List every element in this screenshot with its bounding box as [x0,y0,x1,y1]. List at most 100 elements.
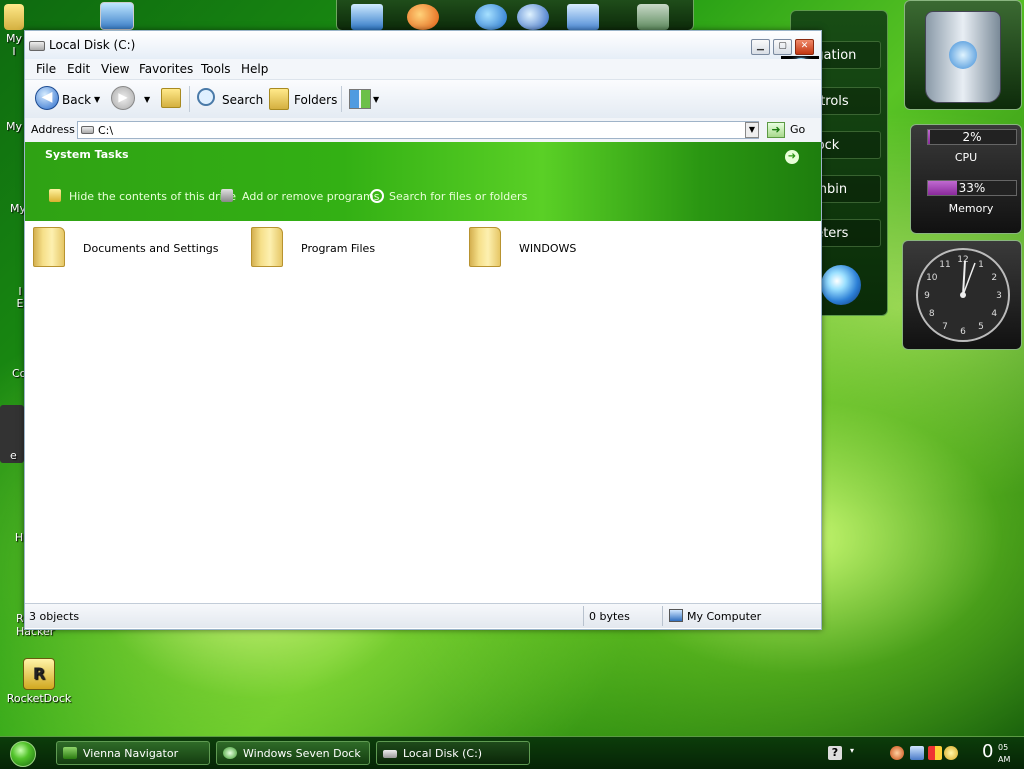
clock-number: 11 [939,260,950,270]
network-icon[interactable] [910,746,924,760]
status-divider [662,606,663,626]
go-button[interactable]: Go [790,123,805,136]
search-icon[interactable] [197,88,215,106]
cpu-meter-bar: 2% [927,129,1017,145]
views-icon[interactable] [349,89,371,109]
desktop-icon-label: I E [16,285,24,310]
up-folder-icon[interactable] [161,88,181,108]
address-label: Address [31,123,75,136]
menu-help[interactable]: Help [241,62,268,76]
back-arrow-icon[interactable]: ◀ [35,86,59,110]
task-add-remove-programs[interactable]: Add or remove programs [242,190,380,203]
folder-icon [469,227,501,267]
menu-file[interactable]: File [36,62,56,76]
desktop-icon-ie[interactable]: I E [16,286,24,310]
cpu-label: CPU [954,151,978,164]
desktop-icon-monitor[interactable] [100,2,134,32]
taskbar: Vienna Navigator Windows Seven Dock Loca… [0,736,1024,769]
minimize-button[interactable]: ▁ [751,39,770,55]
taskbar-button-windows-seven-dock[interactable]: Windows Seven Dock [216,741,370,765]
forward-arrow-icon[interactable]: ▶ [111,86,135,110]
desktop-icon-my-3[interactable]: My [10,202,26,215]
recycle-bin-gadget[interactable] [904,0,1022,110]
memory-value: 33% [958,181,986,195]
task-hide-contents[interactable]: Hide the contents of this drive [69,190,236,203]
menu-edit[interactable]: Edit [67,62,90,76]
clock-number: 9 [924,291,930,301]
forward-dropdown-icon[interactable]: ▼ [144,89,150,111]
title-bar[interactable]: Local Disk (C:) ▁ ▢ ✕ [25,31,821,60]
menu-favorites[interactable]: Favorites [139,62,193,76]
folder-documents-and-settings[interactable]: Documents and Settings [33,227,233,271]
cpu-meter-fill [928,130,930,144]
taskbar-button-label: Windows Seven Dock [243,747,361,760]
memory-meter-fill [928,181,958,195]
help-icon[interactable]: ? [828,746,842,760]
tray-dropdown-icon[interactable]: ▾ [850,746,864,760]
taskbar-button-local-disk[interactable]: Local Disk (C:) [376,741,530,765]
desktop-icon-label: H [14,531,24,544]
top-dock [336,0,694,31]
cpu-meter-gadget: 2% CPU 33% Memory [910,124,1022,234]
back-button[interactable]: Back [62,89,91,111]
search-files-icon [370,189,384,203]
windows-icon[interactable] [567,4,599,30]
window-title: Local Disk (C:) [49,38,136,52]
file-list: Documents and Settings Program Files WIN… [25,221,821,601]
desktop-icon-my-documents[interactable]: My I [4,4,24,58]
address-input[interactable]: C:\ [77,121,759,139]
system-tasks-panel: System Tasks ➜ Hide the contents of this… [25,142,821,221]
address-bar: Address C:\ ▼ ➜ Go [25,118,821,143]
status-location: My Computer [687,610,762,623]
desktop-icon-rocketdock[interactable]: R RocketDock [6,658,72,705]
desktop-icon-label: RocketDock [6,692,72,705]
desktop-icon-my-2[interactable]: My [6,120,22,133]
analog-clock: 12 12 3 45 6 78 9 1011 [916,248,1010,342]
recycle-bin-icon[interactable] [637,4,669,30]
status-bar: 3 objects 0 bytes My Computer [25,603,821,628]
security-shield-icon[interactable] [890,746,904,760]
media-player-icon[interactable] [517,4,549,30]
taskbar-clock[interactable]: 0 05 AM [982,741,1010,764]
windows-logo-icon[interactable] [821,265,861,305]
menu-view[interactable]: View [101,62,129,76]
status-object-count: 3 objects [29,610,80,623]
clock-number: 8 [929,309,935,319]
folders-button[interactable]: Folders [294,89,337,111]
go-arrow-icon[interactable]: ➜ [767,122,785,138]
folder-windows[interactable]: WINDOWS [469,227,669,271]
menu-tools[interactable]: Tools [201,62,231,76]
antivirus-icon[interactable] [928,746,942,760]
start-button[interactable] [10,741,36,767]
search-button[interactable]: Search [222,89,263,111]
clock-number: 1 [978,260,984,270]
memory-label: Memory [948,202,994,215]
back-dropdown-icon[interactable]: ▼ [94,89,100,111]
desktop-icon-h[interactable]: H [14,531,24,544]
cpu-value: 2% [962,130,982,144]
folders-icon[interactable] [269,88,289,110]
maximize-button[interactable]: ▢ [773,39,792,55]
folder-icon [33,227,65,267]
taskbar-button-vienna-navigator[interactable]: Vienna Navigator [56,741,210,765]
clock-minute: 05 [998,743,1009,752]
task-search-files[interactable]: Search for files or folders [389,190,527,203]
address-dropdown-button[interactable]: ▼ [745,122,759,138]
status-divider [583,606,584,626]
folder-program-files[interactable]: Program Files [251,227,451,271]
folder-icon [4,4,24,30]
local-disk-icon [383,750,397,758]
my-computer-icon [669,609,683,622]
collapse-chevron-icon[interactable]: ➜ [785,150,799,164]
close-button[interactable]: ✕ [795,39,814,55]
recycle-symbol-icon [949,41,977,69]
clock-number: 7 [942,322,948,332]
messenger-icon[interactable] [944,746,958,760]
monitor-icon[interactable] [351,4,383,30]
desktop-icon-e[interactable]: e [0,405,24,463]
views-dropdown-icon[interactable]: ▼ [373,89,379,111]
memory-meter-bar: 33% [927,180,1017,196]
firefox-icon[interactable] [407,4,439,30]
desktop-icon-control[interactable]: Co [12,367,26,380]
internet-explorer-icon[interactable] [475,4,507,30]
